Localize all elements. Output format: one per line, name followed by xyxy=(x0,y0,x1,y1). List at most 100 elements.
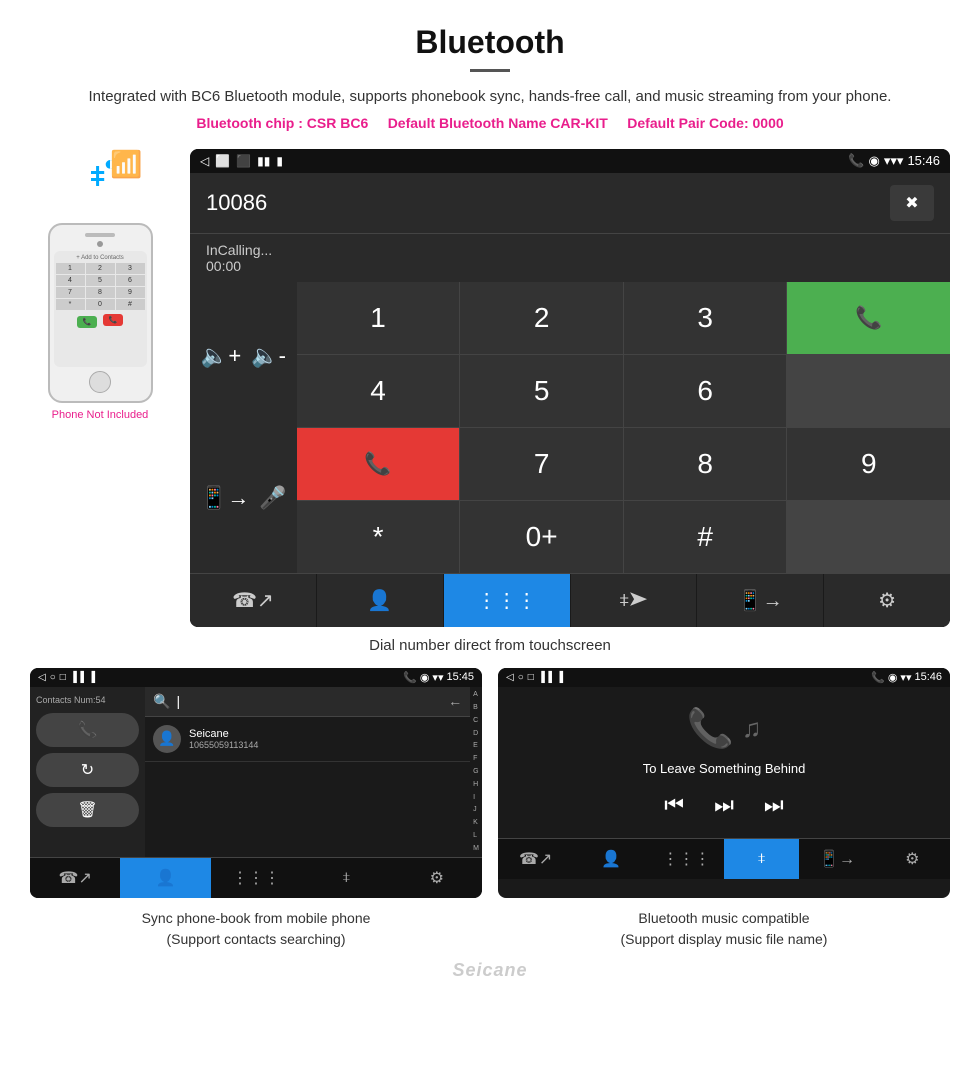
square-icon: □ xyxy=(60,672,66,683)
alpha-e[interactable]: E xyxy=(473,742,479,749)
volume-down-icon[interactable]: 🔈- xyxy=(251,343,286,369)
contact-list-item[interactable]: 👤 Seicane 10655059113144 xyxy=(145,717,470,762)
phone-end-button[interactable]: 📞 xyxy=(103,314,123,326)
key-9[interactable]: 9 xyxy=(116,287,145,298)
mb-contacts[interactable]: 👤 xyxy=(573,839,648,879)
phone-speaker xyxy=(85,233,115,237)
skip-button[interactable]: ⏭ xyxy=(764,792,784,818)
key-8[interactable]: 8 xyxy=(86,287,115,298)
mb-call[interactable]: ☎↗ xyxy=(498,839,573,879)
contacts-search-bar[interactable]: 🔍 | ← xyxy=(145,687,470,717)
transfer-icon[interactable]: 📱→ xyxy=(200,485,249,511)
bottom-call-icon[interactable]: ☎↗ xyxy=(190,574,316,627)
cb-settings[interactable]: ⚙ xyxy=(392,858,482,898)
key-6[interactable]: 6 xyxy=(116,275,145,286)
alpha-j[interactable]: J xyxy=(473,806,479,813)
prev-button[interactable]: ⏮ xyxy=(664,792,684,818)
signal-small: ▐▐ xyxy=(70,672,84,683)
key-5[interactable]: 5 xyxy=(460,355,623,427)
call-answer-button[interactable]: 📞 xyxy=(787,282,950,354)
phone-camera xyxy=(97,241,103,247)
alpha-h[interactable]: H xyxy=(473,781,479,788)
search-icon: 🔍 xyxy=(153,693,170,710)
loc-icon-small: ◉ xyxy=(420,671,430,684)
phone-home-button[interactable] xyxy=(89,371,111,393)
dial-controls-left: 🔈+ 🔈- 📱→ 🎤 xyxy=(190,282,297,573)
dialed-number: 10086 xyxy=(206,190,267,216)
cb-keypad[interactable]: ⋮⋮⋮ xyxy=(211,858,301,898)
key-7[interactable]: 7 xyxy=(56,287,85,298)
alpha-l[interactable]: L xyxy=(473,832,479,839)
bottom-contacts-icon[interactable]: 👤 xyxy=(317,574,443,627)
contact-name: Seicane xyxy=(189,728,462,740)
alpha-f[interactable]: F xyxy=(473,755,479,762)
cb-call[interactable]: ☎↗ xyxy=(30,858,120,898)
key-3[interactable]: 3 xyxy=(624,282,787,354)
key-4[interactable]: 4 xyxy=(297,355,460,427)
key-7[interactable]: 7 xyxy=(460,428,623,500)
alpha-a[interactable]: A xyxy=(473,691,479,698)
dial-calling-row: InCalling... 00:00 xyxy=(190,233,950,282)
alpha-i[interactable]: I xyxy=(473,794,479,801)
mic-icon[interactable]: 🎤 xyxy=(259,485,286,511)
back-icon: ◁ xyxy=(38,672,46,683)
alpha-c[interactable]: C xyxy=(473,717,479,724)
key-6[interactable]: 6 xyxy=(624,355,787,427)
cb-contacts[interactable]: 👤 xyxy=(120,858,210,898)
call-action-button[interactable]: 📞 xyxy=(36,713,139,747)
volume-up-icon[interactable]: 🔈+ xyxy=(201,343,241,369)
bottom-keypad-icon[interactable]: ⋮⋮⋮ xyxy=(444,574,570,627)
contacts-status-bar: ◁ ○ □ ▐▐ ▐ 📞 ◉ ▾▾ 15:45 xyxy=(30,668,482,687)
mb-bluetooth[interactable]: ⧧ xyxy=(724,839,799,879)
mb-settings[interactable]: ⚙ xyxy=(875,839,950,879)
bottom-transfer-icon[interactable]: 📱→ xyxy=(697,574,823,627)
key-hash[interactable]: # xyxy=(624,501,787,573)
contact-phone: 10655059113144 xyxy=(189,740,462,750)
alpha-b[interactable]: B xyxy=(473,704,479,711)
delete-action-button[interactable]: 🗑 xyxy=(36,793,139,827)
square-icon: ⬛ xyxy=(236,154,251,168)
contacts-status-right: 📞 ◉ ▾▾ 15:45 xyxy=(403,671,474,684)
phone-call-button[interactable]: 📞 xyxy=(77,316,97,328)
phone-controls: 📱→ 🎤 xyxy=(200,485,287,511)
key-0[interactable]: 0+ xyxy=(460,501,623,573)
backspace-button[interactable]: ✖ xyxy=(890,185,934,221)
mb-keypad[interactable]: ⋮⋮⋮ xyxy=(649,839,724,879)
key-2[interactable]: 2 xyxy=(460,282,623,354)
circle-icon: ○ xyxy=(518,672,524,683)
key-1[interactable]: 1 xyxy=(297,282,460,354)
cb-bluetooth[interactable]: ⧧ xyxy=(301,858,391,898)
dial-keypad: 1 2 3 📞 4 5 6 📞 7 8 9 * 0+ # xyxy=(297,282,950,573)
loc-icon-small: ◉ xyxy=(888,671,898,684)
bottom-settings-icon[interactable]: ⚙ xyxy=(824,574,950,627)
alpha-k[interactable]: K xyxy=(473,819,479,826)
status-left: ◁ ⬜ ⬛ ▮▮ ▮ xyxy=(200,154,283,168)
dial-status-bar: ◁ ⬜ ⬛ ▮▮ ▮ 📞 ◉ ▾▾▾ 15:46 xyxy=(190,149,950,173)
key-0[interactable]: 0 xyxy=(86,299,115,310)
key-2[interactable]: 2 xyxy=(86,263,115,274)
header-divider xyxy=(470,69,510,72)
alpha-g[interactable]: G xyxy=(473,768,479,775)
key-1[interactable]: 1 xyxy=(56,263,85,274)
key-hash[interactable]: # xyxy=(116,299,145,310)
search-back-arrow[interactable]: ← xyxy=(448,693,462,709)
key-4[interactable]: 4 xyxy=(56,275,85,286)
key-star[interactable]: * xyxy=(297,501,460,573)
bottom-bluetooth-icon[interactable]: ⧧➤ xyxy=(571,574,697,627)
music-status-left: ◁ ○ □ ▐▐ ▐ xyxy=(506,672,563,683)
call-end-button[interactable]: 📞 xyxy=(297,428,460,500)
next-track-button[interactable]: ⏭ xyxy=(714,792,734,818)
key-5[interactable]: 5 xyxy=(86,275,115,286)
key-9[interactable]: 9 xyxy=(787,428,950,500)
alpha-m[interactable]: M xyxy=(473,845,479,852)
search-cursor: | xyxy=(176,693,180,709)
sync-action-button[interactable]: ↻ xyxy=(36,753,139,787)
mb-transfer[interactable]: 📱→ xyxy=(799,839,874,879)
alpha-d[interactable]: D xyxy=(473,730,479,737)
wifi-icon-small: ▾▾ xyxy=(432,671,443,684)
key-8[interactable]: 8 xyxy=(624,428,787,500)
signal-small: ▐▐ xyxy=(538,672,552,683)
key-3[interactable]: 3 xyxy=(116,263,145,274)
square-icon: □ xyxy=(528,672,534,683)
key-star[interactable]: * xyxy=(56,299,85,310)
